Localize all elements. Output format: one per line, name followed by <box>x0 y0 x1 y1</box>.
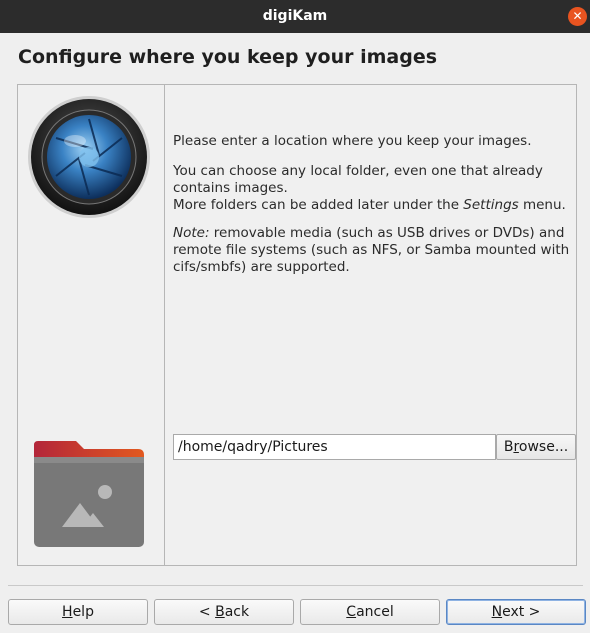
back-mnemonic: B <box>215 604 225 620</box>
window-title: digiKam <box>262 8 328 24</box>
next-mnemonic: N <box>491 604 503 620</box>
note-body: removable media (such as USB drives or D… <box>173 225 570 275</box>
note-text: Note: removable media (such as USB drive… <box>173 225 573 276</box>
folder-info-text: You can choose any local folder, even on… <box>173 163 573 214</box>
back-arrow: < <box>198 604 216 620</box>
note-label: Note: <box>173 225 210 241</box>
back-button[interactable]: < Back <box>154 599 294 625</box>
next-label: ext > <box>502 604 541 620</box>
page-title: Configure where you keep your images <box>18 46 438 68</box>
back-label: ack <box>224 604 250 620</box>
help-label: elp <box>72 604 94 620</box>
title-bar: digiKam ✕ <box>0 0 590 33</box>
pictures-folder-icon <box>34 441 144 547</box>
folder-info-line1: You can choose any local folder, even on… <box>173 163 543 196</box>
cancel-label: ancel <box>356 604 394 620</box>
help-button[interactable]: Help <box>8 599 148 625</box>
folder-info-line2: More folders can be added later under th… <box>173 197 573 214</box>
cancel-button[interactable]: Cancel <box>300 599 440 625</box>
browse-label-a: B <box>503 439 514 455</box>
folder-info-line2-text: More folders can be added later under th… <box>173 197 464 213</box>
browse-button[interactable]: Browse... <box>496 434 576 460</box>
content-panel: Please enter a location where you keep y… <box>17 84 577 566</box>
help-mnemonic: H <box>62 604 73 620</box>
browse-label-b: owse... <box>518 439 569 455</box>
next-button[interactable]: Next > <box>446 599 586 625</box>
panel-divider <box>164 85 165 565</box>
cancel-mnemonic: C <box>346 604 357 620</box>
digikam-lens-logo-icon <box>28 96 150 218</box>
image-location-input[interactable] <box>173 434 496 460</box>
intro-text: Please enter a location where you keep y… <box>173 133 532 149</box>
settings-emphasis: Settings <box>463 197 519 213</box>
button-separator <box>8 585 583 586</box>
folder-info-line2-end: menu. <box>518 197 566 213</box>
close-button[interactable]: ✕ <box>568 7 587 26</box>
close-icon: ✕ <box>572 9 583 23</box>
